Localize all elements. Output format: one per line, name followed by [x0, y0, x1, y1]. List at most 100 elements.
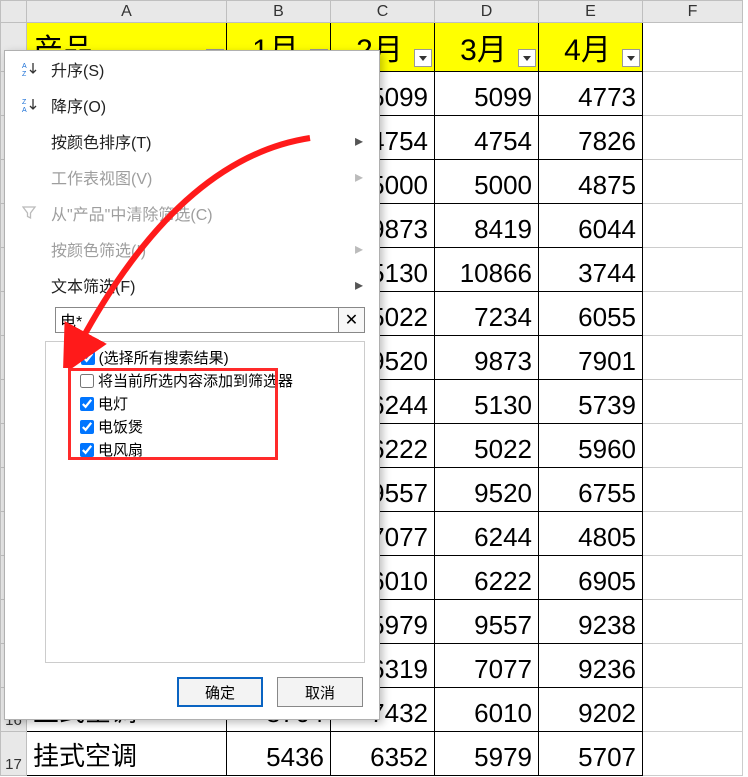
col-header-F[interactable]: F	[643, 1, 743, 23]
cell[interactable]: 9873	[435, 336, 539, 380]
menu-text-filter[interactable]: 文本筛选(F) ▸	[5, 267, 379, 303]
menu-label: 文本筛选(F)	[51, 273, 135, 297]
cell[interactable]: 6222	[435, 556, 539, 600]
cell[interactable]: 5436	[227, 732, 331, 776]
header-label: 3月	[460, 34, 507, 67]
tree-add-current[interactable]: 将当前所选内容添加到筛选器	[50, 369, 360, 392]
cell[interactable]: 4805	[539, 512, 643, 556]
cell[interactable]	[643, 468, 743, 512]
cell[interactable]	[643, 292, 743, 336]
menu-sort-desc[interactable]: ZA 降序(O)	[5, 87, 379, 123]
cell[interactable]: 5000	[435, 160, 539, 204]
ok-button[interactable]: 确定	[177, 677, 263, 707]
menu-filter-by-color: 按颜色筛选(I) ▸	[5, 231, 379, 267]
cell[interactable]	[643, 512, 743, 556]
header-cell-mar[interactable]: 3月	[435, 23, 539, 72]
header-cell-apr[interactable]: 4月	[539, 23, 643, 72]
cell[interactable]	[643, 116, 743, 160]
checkbox[interactable]	[80, 443, 94, 457]
tree-item[interactable]: 电饭煲	[50, 415, 360, 438]
cell[interactable]: 5022	[435, 424, 539, 468]
cell[interactable]: 5960	[539, 424, 643, 468]
cell[interactable]: 挂式空调	[27, 732, 227, 776]
cell[interactable]: 6352	[331, 732, 435, 776]
checkbox[interactable]	[80, 397, 94, 411]
cell[interactable]: 6244	[435, 512, 539, 556]
svg-text:A: A	[22, 107, 27, 113]
row-header[interactable]: 17	[1, 732, 27, 776]
col-header-D[interactable]: D	[435, 1, 539, 23]
cell[interactable]: 4754	[435, 116, 539, 160]
cell[interactable]	[643, 644, 743, 688]
col-header-B[interactable]: B	[227, 1, 331, 23]
cell[interactable]: 6755	[539, 468, 643, 512]
cell[interactable]: 7826	[539, 116, 643, 160]
cell[interactable]: 6055	[539, 292, 643, 336]
funnel-clear-icon	[19, 205, 41, 221]
filter-button-D[interactable]	[518, 49, 536, 67]
cell[interactable]	[643, 23, 743, 72]
cell[interactable]: 9238	[539, 600, 643, 644]
cell[interactable]	[643, 732, 743, 776]
checkbox[interactable]	[80, 374, 94, 388]
cell[interactable]: 8419	[435, 204, 539, 248]
cell[interactable]: 7077	[435, 644, 539, 688]
cell[interactable]: 5707	[539, 732, 643, 776]
menu-label: 从"产品"中清除筛选(C)	[51, 201, 213, 225]
cell[interactable]	[643, 380, 743, 424]
filter-search-input[interactable]	[55, 307, 339, 333]
cell[interactable]: 6905	[539, 556, 643, 600]
cell[interactable]	[643, 556, 743, 600]
chevron-right-icon: ▸	[355, 275, 363, 295]
cell[interactable]: 6044	[539, 204, 643, 248]
checkbox[interactable]	[81, 351, 95, 365]
clear-search-button[interactable]: ✕	[339, 307, 365, 333]
cell[interactable]: 7234	[435, 292, 539, 336]
cell[interactable]: 9236	[539, 644, 643, 688]
cell[interactable]: 5099	[435, 72, 539, 116]
cell[interactable]: 9202	[539, 688, 643, 732]
cell[interactable]	[643, 600, 743, 644]
sort-asc-icon: AZ	[19, 61, 41, 77]
cell[interactable]: 5979	[435, 732, 539, 776]
checkbox[interactable]	[80, 420, 94, 434]
cell[interactable]: 7901	[539, 336, 643, 380]
menu-label: 工作表视图(V)	[51, 165, 152, 189]
cell[interactable]: 4875	[539, 160, 643, 204]
cell[interactable]: 4773	[539, 72, 643, 116]
cell[interactable]	[643, 72, 743, 116]
menu-clear-filter: 从"产品"中清除筛选(C)	[5, 195, 379, 231]
cell[interactable]	[643, 424, 743, 468]
col-header-A[interactable]: A	[27, 1, 227, 23]
cancel-button[interactable]: 取消	[277, 677, 363, 707]
filter-button-C[interactable]	[414, 49, 432, 67]
menu-sort-by-color[interactable]: 按颜色排序(T) ▸	[5, 123, 379, 159]
cell[interactable]	[643, 336, 743, 380]
filter-button-E[interactable]	[622, 49, 640, 67]
cell[interactable]: 10866	[435, 248, 539, 292]
svg-text:Z: Z	[22, 99, 27, 106]
cell[interactable]: 3744	[539, 248, 643, 292]
chevron-right-icon: ▸	[355, 167, 363, 187]
tree-select-all[interactable]: ⊟ (选择所有搜索结果)	[50, 346, 360, 369]
menu-sort-asc[interactable]: AZ 升序(S)	[5, 51, 379, 87]
cell[interactable]	[643, 160, 743, 204]
filter-value-tree: ⊟ (选择所有搜索结果) 将当前所选内容添加到筛选器 电灯 电饭煲 电风扇	[45, 341, 365, 663]
cell[interactable]: 6010	[435, 688, 539, 732]
menu-label: 升序(S)	[51, 57, 104, 81]
cell[interactable]: 5739	[539, 380, 643, 424]
select-all-corner[interactable]	[1, 1, 27, 23]
cell[interactable]: 5130	[435, 380, 539, 424]
cell[interactable]	[643, 248, 743, 292]
svg-text:A: A	[22, 63, 27, 70]
tree-item[interactable]: 电灯	[50, 392, 360, 415]
cell[interactable]	[643, 204, 743, 248]
cell[interactable]	[643, 688, 743, 732]
cell[interactable]: 9557	[435, 600, 539, 644]
cell[interactable]: 9520	[435, 468, 539, 512]
col-header-C[interactable]: C	[331, 1, 435, 23]
tree-label: 将当前所选内容添加到筛选器	[98, 370, 293, 391]
col-header-E[interactable]: E	[539, 1, 643, 23]
tree-label: 电灯	[98, 393, 128, 414]
tree-item[interactable]: 电风扇	[50, 438, 360, 461]
